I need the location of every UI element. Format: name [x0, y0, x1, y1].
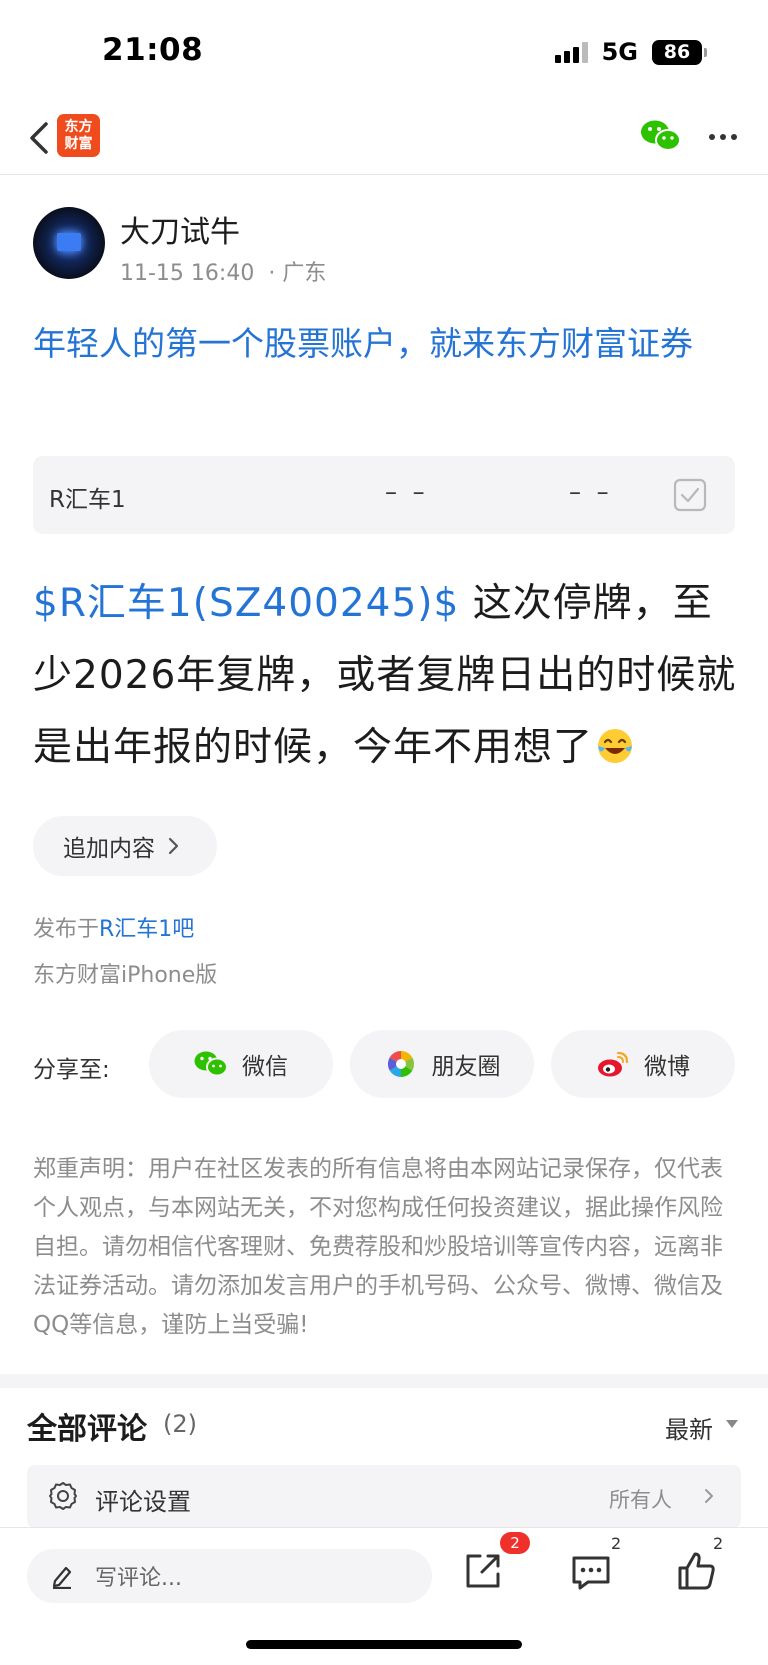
stock-name: R汇车1 — [49, 487, 126, 513]
status-indicators: 5G 86 — [554, 38, 707, 66]
like-count: 2 — [713, 1534, 724, 1553]
section-divider — [0, 1374, 768, 1388]
chevron-right-icon — [168, 837, 179, 855]
wechat-share-icon[interactable] — [640, 118, 682, 154]
logo-text-top: 东方 — [64, 118, 93, 135]
add-watchlist-icon[interactable] — [673, 478, 707, 512]
network-type: 5G — [601, 38, 638, 66]
wechat-icon — [194, 1051, 228, 1077]
post-meta: 11-15 16:40 · 广东 — [120, 255, 326, 287]
comment-icon[interactable] — [566, 1546, 616, 1596]
more-icon[interactable] — [708, 132, 738, 142]
write-comment-input[interactable]: 写评论... — [27, 1549, 432, 1603]
stock-bar-link[interactable]: R汇车1吧 — [99, 917, 194, 942]
sort-dropdown[interactable]: 最新 — [665, 1410, 713, 1445]
share-icon[interactable] — [458, 1546, 508, 1596]
post-content: $R汇车1(SZ400245)$ 这次停牌，至少2026年复牌，或者复牌日出的时… — [33, 568, 739, 784]
app-logo[interactable]: 东方 财富 — [57, 114, 100, 157]
avatar-image — [57, 233, 81, 251]
moments-icon — [387, 1050, 414, 1078]
share-weibo-button[interactable]: 微博 — [551, 1030, 735, 1098]
caret-down-icon[interactable] — [726, 1420, 738, 1428]
gear-icon — [49, 1482, 77, 1510]
home-indicator[interactable] — [246, 1640, 522, 1649]
stock-change: – – — [569, 478, 613, 506]
back-icon[interactable] — [24, 118, 54, 158]
status-bar: 21:08 5G 86 — [0, 0, 768, 100]
publish-prefix: 发布于 — [33, 917, 100, 942]
append-content-button[interactable]: 追加内容 — [33, 816, 217, 876]
author-name[interactable]: 大刀试牛 — [120, 207, 240, 251]
comments-title: 全部评论 — [27, 1412, 147, 1447]
status-time: 21:08 — [102, 32, 204, 68]
share-weibo-label: 微博 — [644, 1054, 690, 1080]
comment-settings-value: 所有人 — [609, 1488, 672, 1512]
stock-card[interactable]: R汇车1 – – – – — [33, 456, 735, 534]
disclaimer: 郑重声明：用户在社区发表的所有信息将由本网站记录保存，仅代表个人观点，与本网站无… — [33, 1156, 723, 1338]
stock-tag-link[interactable]: $R汇车1(SZ400245)$ — [33, 581, 459, 626]
promo-link[interactable]: 年轻人的第一个股票账户，就来东方财富证券 — [33, 318, 743, 370]
nav-bar: 东方 财富 — [0, 100, 768, 175]
share-moments-button[interactable]: 朋友圈 — [350, 1030, 534, 1098]
comments-count: (2) — [163, 1410, 197, 1438]
chevron-right-icon — [705, 1489, 713, 1503]
stock-price: – – — [385, 478, 429, 506]
post-location: · 广东 — [268, 261, 327, 286]
append-content-label: 追加内容 — [63, 836, 155, 862]
write-comment-placeholder: 写评论... — [95, 1566, 182, 1591]
post-datetime: 11-15 16:40 — [120, 261, 255, 286]
pencil-icon — [52, 1566, 72, 1589]
signal-icon — [554, 41, 588, 63]
comment-settings-label: 评论设置 — [95, 1488, 191, 1516]
logo-text-bottom: 财富 — [64, 135, 93, 152]
client-info: 东方财富iPhone版 — [33, 963, 218, 988]
share-label: 分享至: — [33, 1057, 110, 1083]
tears-of-joy-emoji-icon — [598, 729, 633, 763]
comment-settings-row[interactable]: 评论设置 所有人 — [27, 1465, 741, 1528]
publish-info: 发布于R汇车1吧 — [33, 911, 194, 943]
battery-icon: 86 — [652, 39, 707, 65]
share-badge: 2 — [500, 1532, 530, 1554]
battery-level: 86 — [663, 41, 691, 63]
thumbs-up-icon[interactable] — [672, 1546, 722, 1596]
share-wechat-button[interactable]: 微信 — [149, 1030, 333, 1098]
share-moments-label: 朋友圈 — [431, 1054, 501, 1080]
comment-count: 2 — [611, 1534, 622, 1553]
share-wechat-label: 微信 — [242, 1054, 288, 1080]
avatar[interactable] — [33, 207, 105, 279]
weibo-icon — [598, 1051, 629, 1077]
